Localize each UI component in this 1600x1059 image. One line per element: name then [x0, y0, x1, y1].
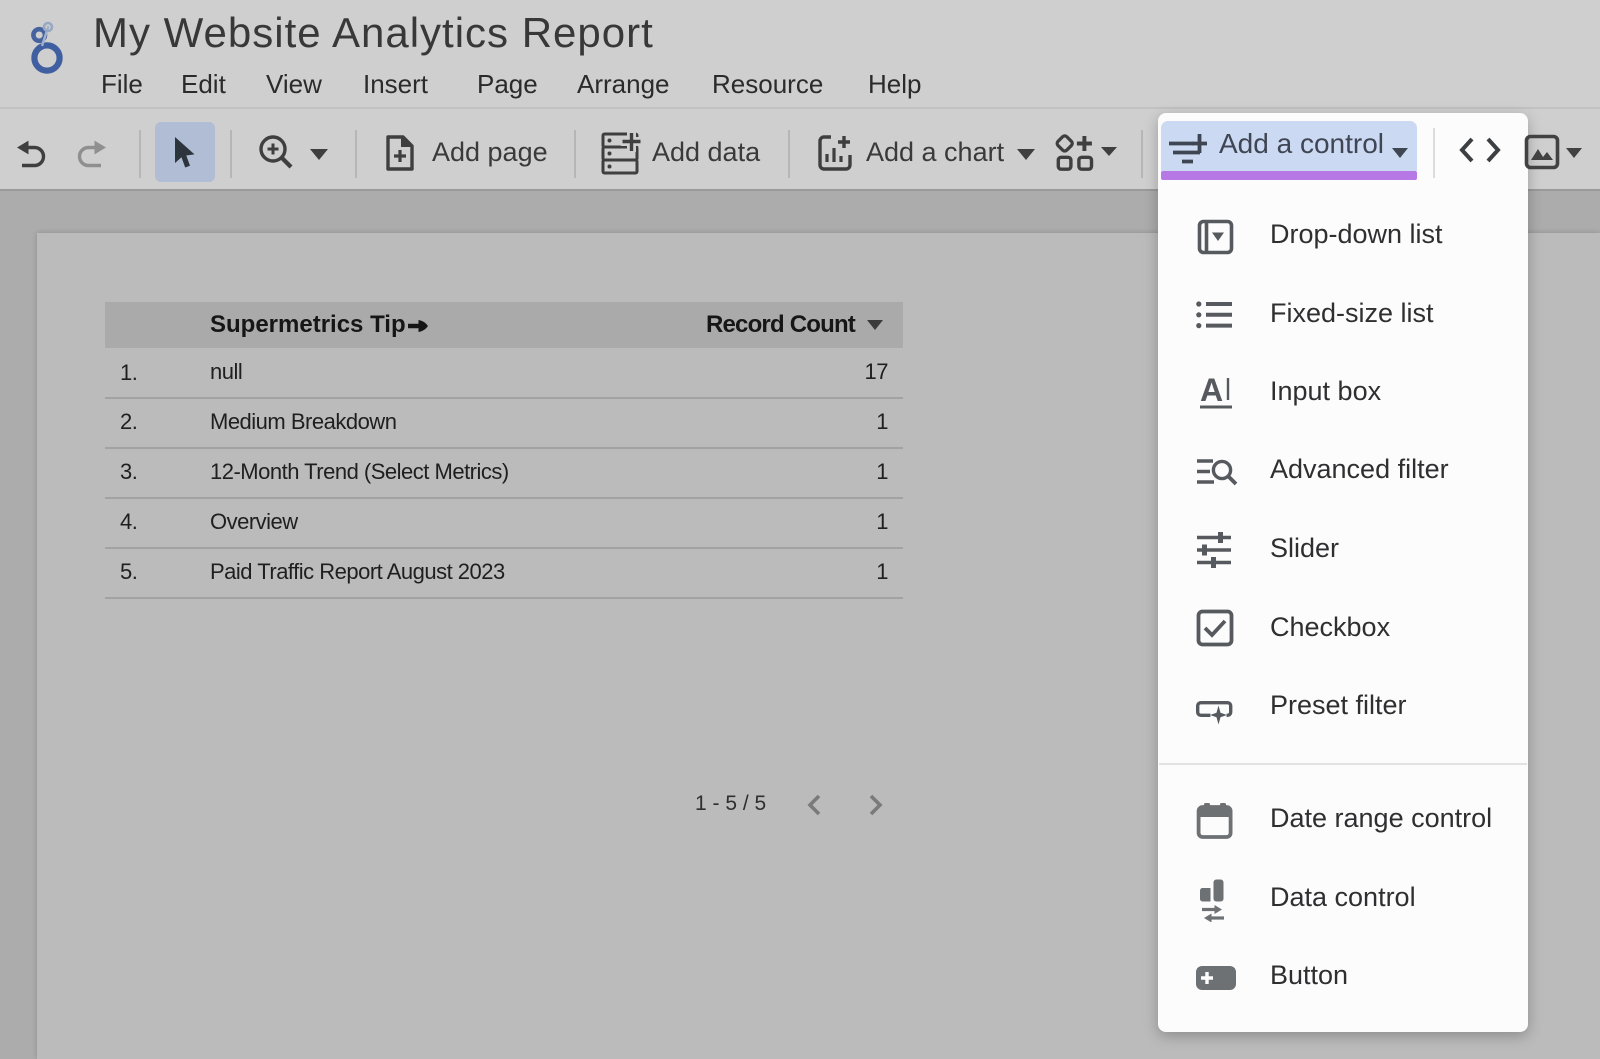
svg-text:A: A: [1200, 374, 1223, 408]
